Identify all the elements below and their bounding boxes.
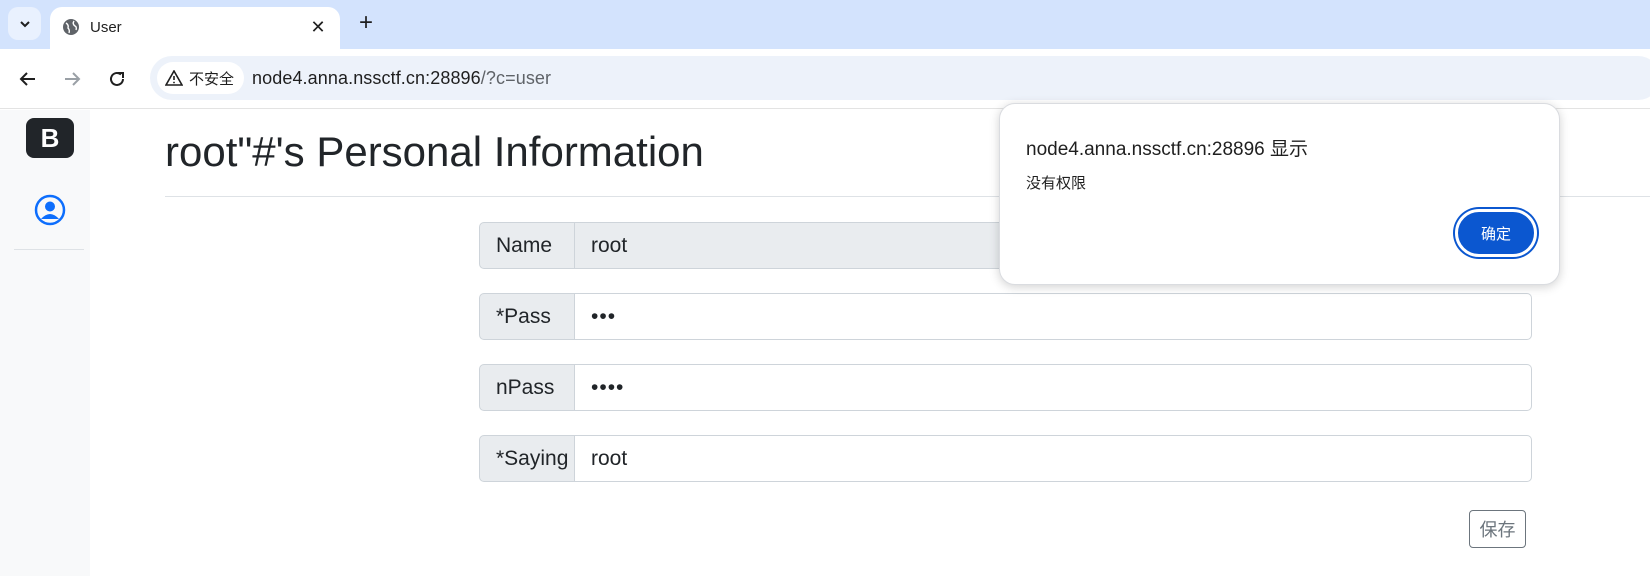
url-host: node4.anna.nssctf.cn:28896: [252, 68, 481, 88]
reload-button[interactable]: [103, 65, 131, 93]
bootstrap-logo[interactable]: B: [26, 118, 74, 158]
pass-input-group: *Pass: [479, 293, 1532, 340]
pass-field[interactable]: [575, 293, 1532, 340]
dialog-message: 没有权限: [1026, 174, 1087, 192]
new-pass-input-group: nPass: [479, 364, 1532, 411]
tab-strip: User ✕ +: [0, 0, 1650, 49]
reload-icon: [110, 71, 124, 86]
page-title: root"#'s Personal Information: [165, 128, 704, 175]
chevron-down-icon: [19, 20, 30, 27]
globe-icon: [63, 19, 79, 35]
forward-button[interactable]: [58, 65, 86, 93]
close-tab-icon[interactable]: ✕: [306, 15, 330, 39]
sidebar-divider: [14, 249, 84, 250]
saying-field[interactable]: [575, 435, 1532, 482]
browser-toolbar: 不安全 node4.anna.nssctf.cn:28896/?c=user: [0, 49, 1650, 109]
url-text[interactable]: node4.anna.nssctf.cn:28896/?c=user: [252, 68, 551, 89]
security-indicator[interactable]: 不安全: [157, 62, 245, 94]
security-label: 不安全: [189, 70, 235, 88]
active-tab[interactable]: User ✕: [50, 7, 340, 49]
saying-input-group: *Saying: [479, 435, 1532, 482]
arrow-left-icon: [19, 72, 35, 86]
dialog-title: node4.anna.nssctf.cn:28896 显示: [1026, 139, 1309, 160]
url-path: /?c=user: [480, 68, 552, 88]
user-circle-icon[interactable]: [34, 194, 66, 226]
warning-icon: [165, 70, 183, 86]
new-pass-field[interactable]: [575, 364, 1532, 411]
new-pass-label: nPass: [479, 364, 575, 411]
alert-dialog: node4.anna.nssctf.cn:28896 显示 没有权限 确定: [999, 103, 1560, 285]
back-button[interactable]: [14, 65, 42, 93]
new-tab-button[interactable]: +: [352, 9, 380, 37]
address-bar[interactable]: 不安全 node4.anna.nssctf.cn:28896/?c=user: [150, 56, 1650, 100]
dialog-ok-button[interactable]: 确定: [1455, 209, 1537, 257]
save-button[interactable]: 保存: [1469, 510, 1526, 548]
saying-label: *Saying: [479, 435, 575, 482]
tab-search-button[interactable]: [8, 7, 41, 40]
pass-label: *Pass: [479, 293, 575, 340]
sidebar: B: [0, 110, 90, 576]
tab-title: User: [90, 19, 122, 36]
name-label: Name: [479, 222, 575, 269]
arrow-right-icon: [65, 72, 81, 86]
